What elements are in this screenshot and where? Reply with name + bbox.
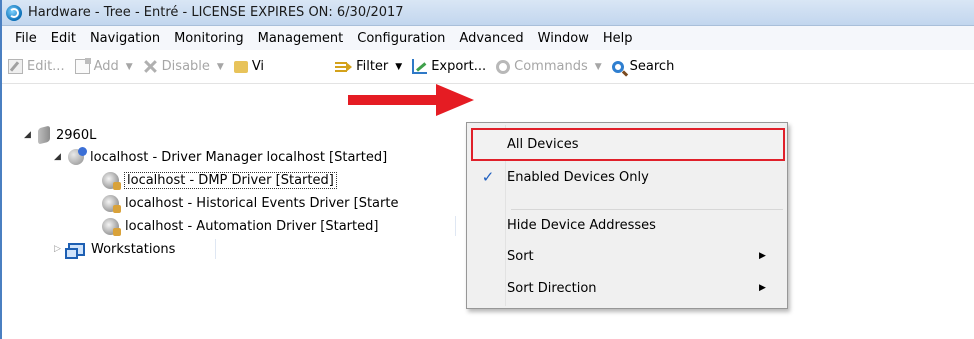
title-bar: Hardware - Tree - Entré - LICENSE EXPIRE… xyxy=(2,0,974,26)
commands-dropdown-arrow-icon[interactable]: ▼ xyxy=(595,62,602,72)
tree-node-historical-driver[interactable]: localhost - Historical Events Driver [St… xyxy=(102,192,398,214)
tree-node-label: localhost - Automation Driver [Started] xyxy=(125,218,379,234)
menu-item-label: Sort Direction xyxy=(507,280,597,296)
menu-item-label: Sort xyxy=(507,248,534,264)
menu-window[interactable]: Window xyxy=(531,31,596,46)
filter-icon xyxy=(334,59,353,74)
commands-button-label: Commands xyxy=(514,59,588,74)
driver-manager-icon xyxy=(68,147,87,165)
add-icon xyxy=(74,58,91,74)
workstations-icon xyxy=(65,242,85,259)
commands-button[interactable]: Commands ▼ xyxy=(496,59,602,74)
menu-help[interactable]: Help xyxy=(596,31,640,46)
submenu-arrow-icon: ▶ xyxy=(759,283,766,293)
driver-gear-icon xyxy=(102,217,121,236)
tree-node-dmp-driver[interactable]: localhost - DMP Driver [Started] xyxy=(102,169,337,191)
menu-bar: File Edit Navigation Monitoring Manageme… xyxy=(2,26,974,50)
menu-item-all-devices[interactable]: All Devices xyxy=(469,129,785,159)
menu-navigation[interactable]: Navigation xyxy=(83,31,167,46)
filter-dropdown-arrow-icon[interactable]: ▼ xyxy=(395,62,402,72)
disable-dropdown-arrow-icon[interactable]: ▼ xyxy=(217,62,224,72)
disable-button[interactable]: Disable ▼ xyxy=(143,59,224,74)
panel-icon xyxy=(38,125,50,145)
filter-button-label: Filter xyxy=(356,59,389,74)
tree-node-label: localhost - Historical Events Driver [St… xyxy=(125,195,399,211)
driver-gear-icon xyxy=(102,194,121,213)
view-icon xyxy=(233,60,248,73)
search-icon xyxy=(611,60,624,73)
menu-management[interactable]: Management xyxy=(251,31,351,46)
add-button-label: Add xyxy=(93,59,119,74)
export-icon xyxy=(412,59,428,74)
menu-file[interactable]: File xyxy=(8,31,44,46)
menu-advanced[interactable]: Advanced xyxy=(452,31,530,46)
annotation-arrow-head xyxy=(436,84,474,116)
column-divider xyxy=(455,216,456,236)
commands-icon xyxy=(496,59,511,74)
column-divider xyxy=(215,239,216,259)
export-button-label: Export... xyxy=(431,59,487,74)
menu-item-hide-device-addresses[interactable]: Hide Device Addresses xyxy=(469,210,785,240)
submenu-arrow-icon: ▶ xyxy=(759,251,766,261)
tree-node-label: Workstations xyxy=(91,241,176,257)
menu-configuration[interactable]: Configuration xyxy=(350,31,452,46)
view-button-label: Vi xyxy=(251,59,265,74)
annotation-arrow-shaft xyxy=(348,95,440,105)
menu-item-enabled-devices-only[interactable]: ✓ Enabled Devices Only xyxy=(469,162,785,192)
search-button-label: Search xyxy=(629,59,675,74)
toolbar: Edit... Add ▼ Disable ▼ Vi Filter ▼ Expo… xyxy=(2,50,974,84)
menu-item-sort[interactable]: Sort ▶ xyxy=(469,241,785,271)
tree-node-label: localhost - Driver Manager localhost [St… xyxy=(90,149,388,165)
filter-button[interactable]: Filter ▼ xyxy=(334,59,402,74)
expand-toggle-icon[interactable]: ◢ xyxy=(24,130,34,140)
app-logo-icon xyxy=(6,4,22,21)
filter-dropdown-menu: All Devices ✓ Enabled Devices Only Hide … xyxy=(466,122,788,309)
tree-node-automation-driver[interactable]: localhost - Automation Driver [Started] xyxy=(102,215,378,237)
view-button[interactable]: Vi xyxy=(233,59,265,74)
menu-item-label: Hide Device Addresses xyxy=(507,217,656,233)
disable-icon xyxy=(143,59,158,74)
export-button[interactable]: Export... xyxy=(412,59,486,74)
driver-gear-icon xyxy=(102,171,121,190)
edit-icon xyxy=(8,59,23,74)
menu-item-sort-direction[interactable]: Sort Direction ▶ xyxy=(469,273,785,303)
menu-monitoring[interactable]: Monitoring xyxy=(167,31,251,46)
annotation-arrow xyxy=(348,84,474,116)
add-button[interactable]: Add ▼ xyxy=(74,58,133,74)
tree-node-label: localhost - DMP Driver [Started] xyxy=(124,171,337,189)
tree-node-root[interactable]: ◢ 2960L xyxy=(24,124,96,146)
menu-item-label: Enabled Devices Only xyxy=(507,169,649,185)
disable-button-label: Disable xyxy=(161,59,210,74)
tree-node-label: 2960L xyxy=(56,127,97,143)
add-dropdown-arrow-icon[interactable]: ▼ xyxy=(126,62,133,72)
checkmark-icon: ✓ xyxy=(481,168,495,186)
expand-toggle-icon[interactable]: ◢ xyxy=(54,152,64,162)
tree-node-driver-manager[interactable]: ◢ localhost - Driver Manager localhost [… xyxy=(54,146,387,168)
edit-button[interactable]: Edit... xyxy=(8,59,65,74)
expand-toggle-icon[interactable]: ▷ xyxy=(54,244,64,254)
menu-edit[interactable]: Edit xyxy=(44,31,83,46)
window-title: Hardware - Tree - Entré - LICENSE EXPIRE… xyxy=(28,5,404,20)
application-window: Hardware - Tree - Entré - LICENSE EXPIRE… xyxy=(0,0,974,339)
tree-node-workstations[interactable]: ▷ Workstations xyxy=(54,238,175,260)
search-button[interactable]: Search xyxy=(611,59,675,74)
edit-button-label: Edit... xyxy=(27,59,65,74)
menu-item-label: All Devices xyxy=(507,136,579,152)
